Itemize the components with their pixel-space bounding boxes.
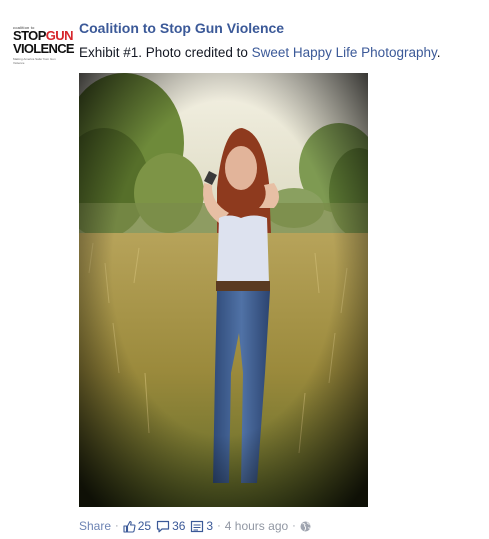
post-photo[interactable] [79, 73, 368, 507]
avatar-violence: VIOLENCE [13, 41, 75, 56]
avatar-tagline: Making America Safer from Gun Violence [13, 57, 56, 65]
globe-icon[interactable] [300, 521, 311, 532]
caption-text: Exhibit #1. Photo credited to [79, 45, 252, 60]
likes-count: 25 [137, 519, 152, 533]
post-caption: Exhibit #1. Photo credited to Sweet Happ… [79, 45, 441, 60]
photographer-link[interactable]: Sweet Happy Life Photography [252, 45, 437, 60]
photo-illustration [79, 73, 368, 507]
caption-suffix: . [436, 45, 441, 60]
separator: · [115, 520, 119, 532]
shares-count: 3 [206, 519, 214, 533]
likes-stat[interactable]: 25 [123, 519, 151, 533]
page-name-link[interactable]: Coalition to Stop Gun Violence [79, 20, 284, 36]
page-avatar[interactable]: coalition to STOPGUN VIOLENCE Making Ame… [11, 20, 75, 70]
share-icon [191, 520, 204, 532]
thumbs-up-icon [123, 520, 136, 533]
shares-stat[interactable]: 3 [190, 519, 213, 533]
comments-stat[interactable]: 36 [156, 519, 185, 533]
post-timestamp[interactable]: 4 hours ago [225, 519, 288, 533]
share-link[interactable]: Share [79, 519, 111, 533]
comments-count: 36 [172, 519, 186, 533]
comment-icon [156, 520, 170, 532]
separator: · [292, 520, 296, 532]
post-footer: Share · 25 36 3 · 4 hours ago · [79, 518, 311, 534]
separator: · [217, 520, 221, 532]
